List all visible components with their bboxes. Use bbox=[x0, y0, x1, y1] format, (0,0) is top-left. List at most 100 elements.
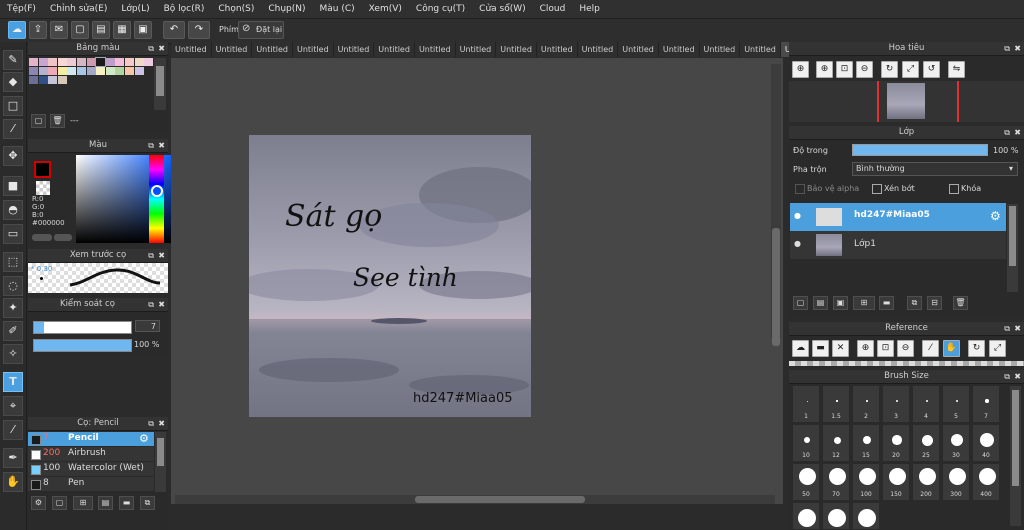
foreground-color[interactable] bbox=[34, 161, 51, 178]
menu-item[interactable]: Xem(V) bbox=[362, 4, 409, 14]
palette-swatch[interactable] bbox=[86, 67, 96, 75]
brush-size-value[interactable]: 7 bbox=[135, 320, 160, 332]
document-tab[interactable]: Untitled bbox=[536, 42, 578, 57]
visibility-icon[interactable]: ● bbox=[794, 239, 801, 248]
brush-size-cell[interactable]: 200 bbox=[912, 463, 940, 501]
palette-swatch[interactable] bbox=[77, 67, 86, 75]
popout-icon[interactable]: ⧉ bbox=[1004, 126, 1010, 139]
undo-icon[interactable]: ↶ bbox=[163, 21, 185, 39]
text-tool-icon[interactable]: T bbox=[3, 372, 23, 392]
zoom-out-icon[interactable]: ⊖ bbox=[897, 340, 914, 357]
palette-swatch[interactable] bbox=[77, 58, 86, 66]
flip-icon[interactable]: ⇋ bbox=[948, 61, 965, 78]
popout-icon[interactable]: ⧉ bbox=[148, 298, 154, 311]
lasso-icon[interactable]: ◌ bbox=[3, 276, 23, 296]
palette-swatch[interactable] bbox=[86, 58, 96, 66]
new-layer-2-icon[interactable]: ▤ bbox=[813, 296, 828, 310]
clipping-checkbox[interactable] bbox=[872, 184, 882, 194]
palette-swatch[interactable] bbox=[57, 58, 67, 66]
brush-list-scrollbar[interactable] bbox=[155, 432, 166, 492]
document-tab[interactable]: Untitled bbox=[211, 42, 253, 57]
cloud-upload-icon[interactable]: ☁ bbox=[792, 340, 809, 357]
menu-item[interactable]: Chọn(S) bbox=[211, 4, 261, 14]
menu-item[interactable]: Chỉnh sửa(E) bbox=[43, 4, 114, 14]
brush-size-cell[interactable]: 50 bbox=[792, 463, 820, 501]
canvas-vertical-scrollbar[interactable] bbox=[771, 64, 781, 346]
fit-icon[interactable]: ⊡ bbox=[836, 61, 853, 78]
popout-icon[interactable]: ⧉ bbox=[1004, 42, 1010, 55]
brush-size-cell[interactable]: 40 bbox=[972, 424, 1000, 462]
brush-add-icon[interactable]: ⊞ bbox=[73, 496, 93, 510]
brush-item[interactable]: 200 Airbrush bbox=[28, 447, 154, 461]
layer-opacity-slider[interactable] bbox=[852, 144, 988, 156]
document-tab[interactable]: Untitled bbox=[252, 42, 293, 57]
document-tab[interactable]: Untitled bbox=[577, 42, 619, 57]
brush-size-cell[interactable]: 2 bbox=[852, 385, 880, 423]
palette-swatch[interactable] bbox=[125, 67, 134, 75]
palette-swatch[interactable] bbox=[144, 58, 154, 66]
zoom-in-icon[interactable]: ⊕ bbox=[792, 61, 809, 78]
palette-swatch[interactable] bbox=[57, 67, 67, 75]
brush-import-icon[interactable]: ▤ bbox=[98, 496, 113, 510]
close-icon[interactable]: ✖ bbox=[158, 42, 165, 55]
close-icon[interactable]: ✖ bbox=[1014, 322, 1021, 335]
hue-slider[interactable] bbox=[149, 155, 164, 243]
document-tab[interactable]: Untitled bbox=[374, 42, 415, 57]
close-icon[interactable]: ✖ bbox=[1014, 370, 1021, 383]
palette-swatch[interactable] bbox=[115, 67, 125, 75]
popout-icon[interactable]: ⧉ bbox=[148, 139, 154, 152]
fill-rect-tool-icon[interactable]: ■ bbox=[3, 176, 23, 196]
brush-size-cell[interactable]: 400 bbox=[972, 463, 1000, 501]
brush-size-cell[interactable]: 1.5 bbox=[822, 385, 850, 423]
layer-folder-icon[interactable]: ▬ bbox=[879, 296, 894, 310]
close-icon[interactable]: ✖ bbox=[158, 298, 165, 311]
folder-icon[interactable]: ▣ bbox=[134, 21, 152, 39]
color-toggle-2[interactable] bbox=[54, 234, 72, 241]
save-icon[interactable]: ▦ bbox=[113, 21, 131, 39]
select-eraser-icon[interactable]: ✧ bbox=[3, 344, 23, 364]
palette-swatch[interactable] bbox=[105, 67, 115, 75]
rotate-icon[interactable]: ↻ bbox=[881, 61, 898, 78]
palette-swatch[interactable] bbox=[134, 67, 144, 75]
palette-swatch[interactable] bbox=[105, 58, 115, 66]
brush-size-cell[interactable]: 5 bbox=[942, 385, 970, 423]
layer-merge-icon[interactable]: ⊟ bbox=[927, 296, 942, 310]
brush-size-scrollbar[interactable] bbox=[1010, 386, 1021, 526]
export-icon[interactable]: ⇪ bbox=[29, 21, 47, 39]
zoom-out-icon[interactable]: ⊖ bbox=[856, 61, 873, 78]
new-palette-icon[interactable]: ▢ bbox=[31, 114, 46, 128]
fit-window-icon[interactable]: ⤢ bbox=[902, 61, 919, 78]
rotate-icon[interactable]: ↻ bbox=[968, 340, 985, 357]
line-tool-icon[interactable]: ⁄ bbox=[3, 119, 23, 139]
document-tab[interactable]: Untitled bbox=[740, 42, 781, 57]
zoom-in-2-icon[interactable]: ⊕ bbox=[816, 61, 833, 78]
brush-size-cell[interactable]: 300 bbox=[942, 463, 970, 501]
document-tab[interactable]: Untitled bbox=[618, 42, 659, 57]
layer-add-icon[interactable]: ⊞ bbox=[853, 296, 875, 310]
eraser-tool-icon[interactable]: ◆ bbox=[3, 72, 23, 92]
reset-view-icon[interactable]: ↺ bbox=[923, 61, 940, 78]
menu-item[interactable]: Màu (C) bbox=[313, 4, 362, 14]
dropper-icon[interactable]: ⁄ bbox=[3, 420, 23, 440]
palette-swatch[interactable] bbox=[134, 58, 144, 66]
layer-row-selected[interactable]: ● hd247#Miaa05 ⚙ bbox=[790, 203, 1006, 231]
menu-item[interactable]: Help bbox=[572, 4, 607, 14]
cloud-icon[interactable]: ☁ bbox=[8, 21, 26, 39]
brush-folder-icon[interactable]: ▬ bbox=[119, 496, 134, 510]
protect-alpha-checkbox[interactable] bbox=[795, 184, 805, 194]
close-icon[interactable]: ✖ bbox=[158, 417, 165, 430]
brush-size-cell[interactable] bbox=[822, 502, 850, 530]
select-rect-icon[interactable]: ⬚ bbox=[3, 252, 23, 272]
brush-size-cell[interactable]: 70 bbox=[822, 463, 850, 501]
brush-size-cell[interactable]: 7 bbox=[972, 385, 1000, 423]
menu-item[interactable]: Bộ lọc(R) bbox=[157, 4, 212, 14]
layer-delete-icon[interactable]: 🗑 bbox=[953, 296, 968, 310]
close-icon[interactable]: ✖ bbox=[1014, 42, 1021, 55]
palette-swatch[interactable] bbox=[29, 67, 38, 75]
popout-icon[interactable]: ⧉ bbox=[1004, 322, 1010, 335]
palette-swatch[interactable] bbox=[48, 76, 58, 84]
document-tab[interactable]: Untitled bbox=[699, 42, 741, 57]
brush-size-cell[interactable]: 1 bbox=[792, 385, 820, 423]
zoom-in-icon[interactable]: ⊕ bbox=[857, 340, 874, 357]
brush-item[interactable]: 100 Watercolor (Wet) bbox=[28, 462, 154, 476]
